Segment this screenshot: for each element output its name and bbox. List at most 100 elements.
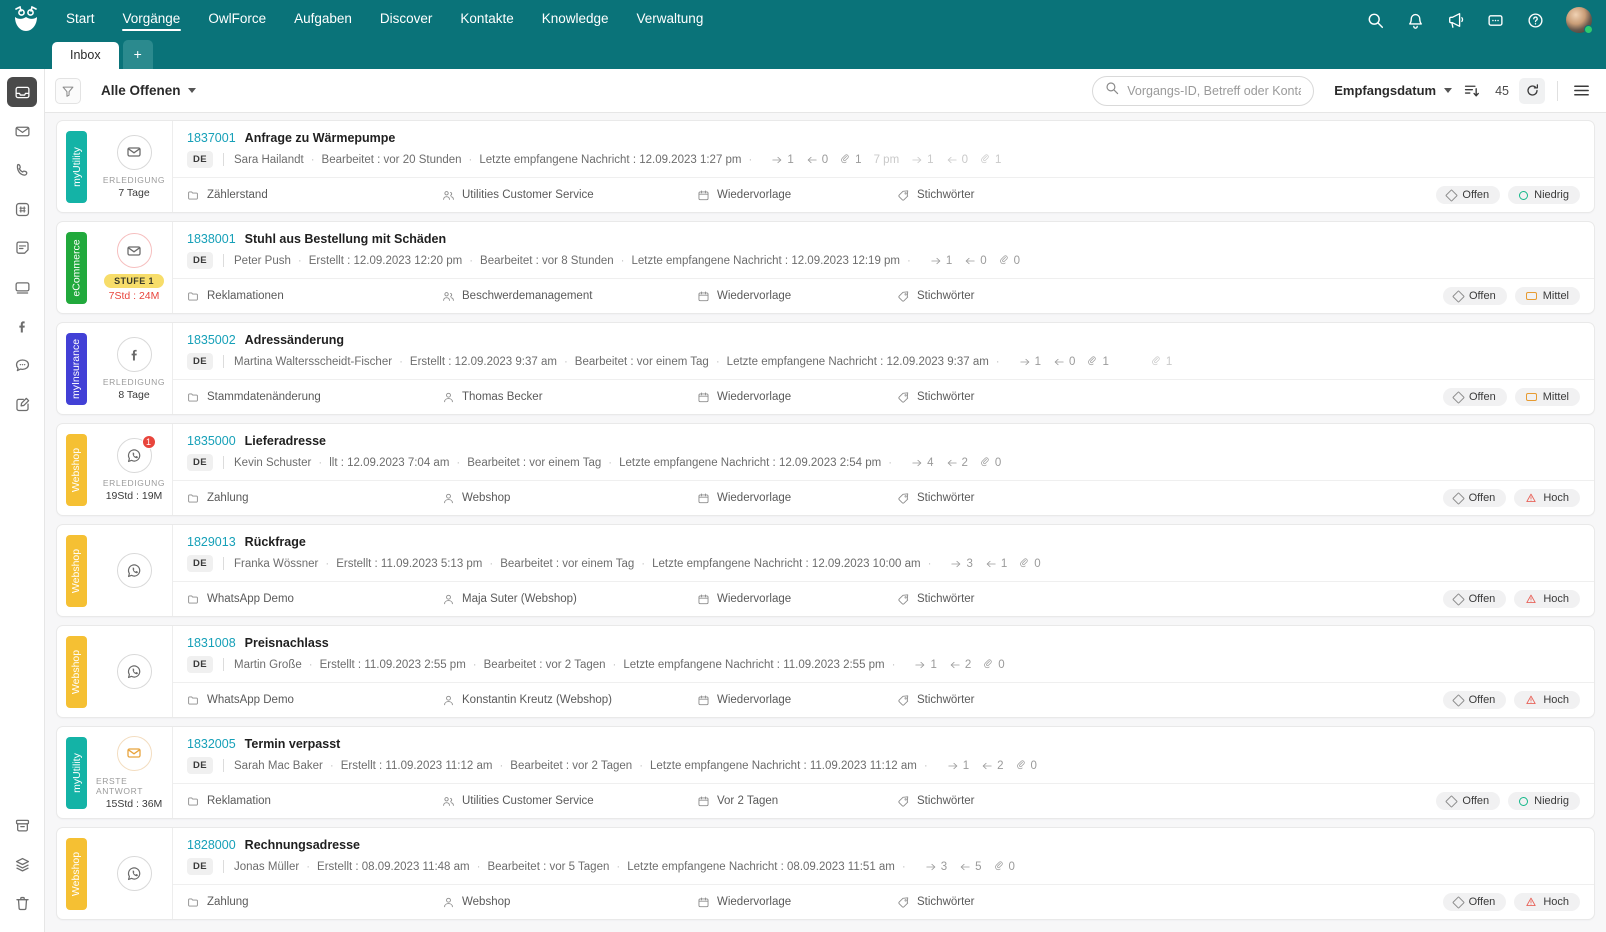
ticket-card[interactable]: myUtilityERSTE ANTWORT15Std : 36M1832005… xyxy=(56,726,1595,819)
sort-selector[interactable]: Empfangsdatum xyxy=(1334,83,1452,98)
help-icon[interactable] xyxy=(1526,11,1545,30)
ticket-card[interactable]: myUtilityERLEDIGUNG7 Tage1837001Anfrage … xyxy=(56,120,1595,213)
followup-field[interactable]: Wiedervorlage xyxy=(697,391,897,404)
assignee-field[interactable]: Beschwerdemanagement xyxy=(442,290,697,303)
followup-field[interactable]: Wiedervorlage xyxy=(697,593,897,606)
tags-field[interactable]: Stichwörter xyxy=(897,896,1443,909)
chat-icon[interactable] xyxy=(1486,11,1505,30)
assignee-field[interactable]: Utilities Customer Service xyxy=(442,189,697,202)
note-icon[interactable] xyxy=(7,233,37,263)
tags-field[interactable]: Stichwörter xyxy=(897,694,1443,707)
folder-field[interactable]: Reklamationen xyxy=(187,290,442,303)
ticket-subject[interactable]: Lieferadresse xyxy=(245,434,326,448)
priority-badge[interactable]: Niedrig xyxy=(1508,792,1580,810)
tags-field[interactable]: Stichwörter xyxy=(897,593,1443,606)
followup-field[interactable]: Wiedervorlage xyxy=(697,694,897,707)
status-badge[interactable]: Offen xyxy=(1436,186,1500,204)
ticket-list[interactable]: myUtilityERLEDIGUNG7 Tage1837001Anfrage … xyxy=(45,113,1606,932)
assignee-field[interactable]: Webshop xyxy=(442,492,697,505)
refresh-icon[interactable] xyxy=(1519,78,1545,104)
priority-badge[interactable]: Mittel xyxy=(1515,388,1580,406)
monitor-icon[interactable] xyxy=(7,272,37,302)
inbox-icon[interactable] xyxy=(7,77,37,107)
avatar[interactable] xyxy=(1566,7,1592,33)
nav-item-discover[interactable]: Discover xyxy=(366,11,447,35)
ticket-card[interactable]: Webshop1828000RechnungsadresseDEJonas Mü… xyxy=(56,827,1595,920)
ticket-id[interactable]: 1835000 xyxy=(187,434,236,448)
folder-field[interactable]: Stammdatenänderung xyxy=(187,391,442,404)
ticket-card[interactable]: eCommerceSTUFE 17Std : 24M1838001Stuhl a… xyxy=(56,221,1595,314)
ticket-id[interactable]: 1832005 xyxy=(187,737,236,751)
tags-field[interactable]: Stichwörter xyxy=(897,189,1436,202)
folder-field[interactable]: Zahlung xyxy=(187,492,442,505)
ticket-subject[interactable]: Preisnachlass xyxy=(245,636,329,650)
priority-badge[interactable]: Niedrig xyxy=(1508,186,1580,204)
ticket-subject[interactable]: Termin verpasst xyxy=(245,737,341,751)
ticket-id[interactable]: 1838001 xyxy=(187,232,236,246)
status-badge[interactable]: Offen xyxy=(1443,893,1507,911)
ticket-subject[interactable]: Anfrage zu Wärmepumpe xyxy=(245,131,396,145)
followup-field[interactable]: Wiedervorlage xyxy=(697,290,897,303)
trash-icon[interactable] xyxy=(7,888,37,918)
priority-badge[interactable]: Hoch xyxy=(1514,590,1580,608)
chat-bubble-icon[interactable] xyxy=(7,350,37,380)
tags-field[interactable]: Stichwörter xyxy=(897,290,1443,303)
nav-item-start[interactable]: Start xyxy=(52,11,109,35)
ticket-id[interactable]: 1837001 xyxy=(187,131,236,145)
assignee-field[interactable]: Utilities Customer Service xyxy=(442,795,697,808)
priority-badge[interactable]: Hoch xyxy=(1514,691,1580,709)
priority-badge[interactable]: Hoch xyxy=(1514,489,1580,507)
ticket-id[interactable]: 1829013 xyxy=(187,535,236,549)
tags-field[interactable]: Stichwörter xyxy=(897,492,1443,505)
compose-icon[interactable] xyxy=(7,389,37,419)
ticket-subject[interactable]: Rückfrage xyxy=(245,535,306,549)
assignee-field[interactable]: Webshop xyxy=(442,896,697,909)
nav-item-vorg-nge[interactable]: Vorgänge xyxy=(109,11,195,35)
status-badge[interactable]: Offen xyxy=(1443,691,1507,709)
status-badge[interactable]: Offen xyxy=(1443,489,1507,507)
status-badge[interactable]: Offen xyxy=(1443,388,1507,406)
megaphone-icon[interactable] xyxy=(1446,11,1465,30)
ticket-card[interactable]: Webshop1829013RückfrageDEFranka Wössner·… xyxy=(56,524,1595,617)
nav-item-aufgaben[interactable]: Aufgaben xyxy=(280,11,366,35)
bell-icon[interactable] xyxy=(1406,11,1425,30)
layers-icon[interactable] xyxy=(7,849,37,879)
ticket-id[interactable]: 1831008 xyxy=(187,636,236,650)
add-tab-button[interactable]: + xyxy=(123,40,153,69)
tags-field[interactable]: Stichwörter xyxy=(897,795,1436,808)
ticket-card[interactable]: Webshop1ERLEDIGUNG19Std : 19M1835000Lief… xyxy=(56,423,1595,516)
hash-box-icon[interactable] xyxy=(7,194,37,224)
ticket-subject[interactable]: Stuhl aus Bestellung mit Schäden xyxy=(245,232,446,246)
search-input[interactable] xyxy=(1127,84,1301,98)
nav-item-kontakte[interactable]: Kontakte xyxy=(446,11,527,35)
envelope-icon[interactable] xyxy=(7,116,37,146)
folder-field[interactable]: Reklamation xyxy=(187,795,442,808)
status-badge[interactable]: Offen xyxy=(1443,287,1507,305)
priority-badge[interactable]: Hoch xyxy=(1514,893,1580,911)
status-badge[interactable]: Offen xyxy=(1443,590,1507,608)
followup-field[interactable]: Wiedervorlage xyxy=(697,492,897,505)
folder-field[interactable]: Zahlung xyxy=(187,896,442,909)
ticket-subject[interactable]: Adressänderung xyxy=(245,333,344,347)
nav-item-knowledge[interactable]: Knowledge xyxy=(528,11,623,35)
followup-field[interactable]: Vor 2 Tagen xyxy=(697,795,897,808)
status-badge[interactable]: Offen xyxy=(1436,792,1500,810)
followup-field[interactable]: Wiedervorlage xyxy=(697,896,897,909)
phone-icon[interactable] xyxy=(7,155,37,185)
folder-field[interactable]: WhatsApp Demo xyxy=(187,593,442,606)
folder-field[interactable]: Zählerstand xyxy=(187,189,442,202)
nav-item-owlforce[interactable]: OwlForce xyxy=(194,11,280,35)
priority-badge[interactable]: Mittel xyxy=(1515,287,1580,305)
folder-field[interactable]: WhatsApp Demo xyxy=(187,694,442,707)
facebook-icon[interactable] xyxy=(7,311,37,341)
ticket-id[interactable]: 1828000 xyxy=(187,838,236,852)
view-selector[interactable]: Alle Offenen xyxy=(101,83,196,98)
nav-item-verwaltung[interactable]: Verwaltung xyxy=(623,11,718,35)
ticket-subject[interactable]: Rechnungsadresse xyxy=(245,838,360,852)
ticket-card[interactable]: myInsuranceERLEDIGUNG8 Tage1835002Adress… xyxy=(56,322,1595,415)
archive-icon[interactable] xyxy=(7,810,37,840)
search-box[interactable] xyxy=(1092,76,1314,106)
assignee-field[interactable]: Konstantin Kreutz (Webshop) xyxy=(442,694,697,707)
owl-logo[interactable] xyxy=(0,0,52,32)
sort-descending-icon[interactable] xyxy=(1462,81,1481,100)
